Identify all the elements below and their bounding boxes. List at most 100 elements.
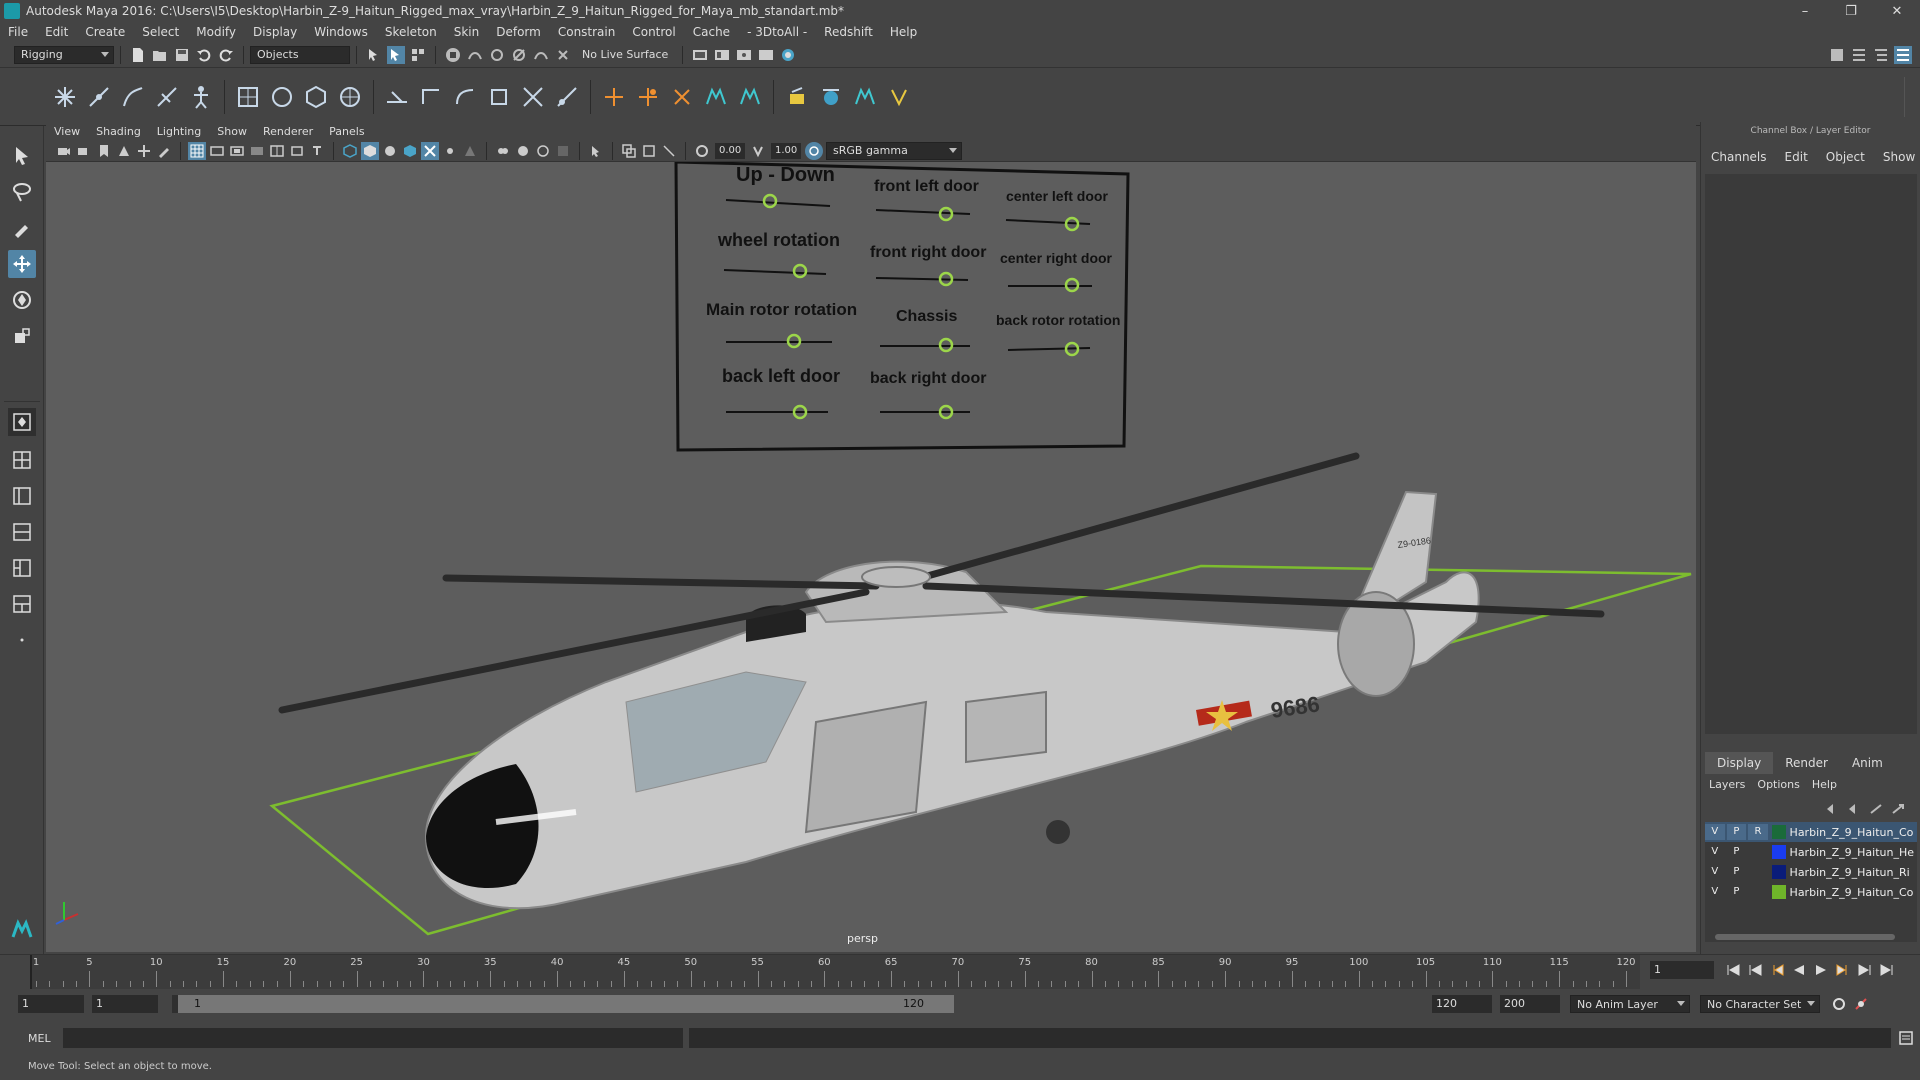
skin-tool-icon[interactable] — [782, 82, 812, 112]
ik-spline-icon[interactable] — [118, 82, 148, 112]
field-chart-icon[interactable] — [268, 142, 286, 160]
layer-visibility-toggle[interactable]: V — [1705, 864, 1725, 880]
lasso-tool-icon[interactable] — [8, 178, 36, 206]
anti-aliasing-icon[interactable] — [514, 142, 532, 160]
playback-end-field[interactable]: 120 — [1432, 995, 1492, 1013]
gamma-field[interactable]: 1.00 — [771, 142, 801, 159]
set-key-icon[interactable] — [633, 82, 663, 112]
new-empty-layer-icon[interactable] — [1867, 800, 1885, 818]
hik-retarget-icon[interactable] — [850, 82, 880, 112]
layer-visibility-toggle[interactable]: V — [1705, 824, 1725, 840]
panel-menu-shading[interactable]: Shading — [96, 125, 141, 138]
blend-shape-icon[interactable] — [816, 82, 846, 112]
menuset-dropdown[interactable]: Rigging — [14, 45, 114, 64]
menu-modify[interactable]: Modify — [196, 25, 236, 39]
layer-menu-options[interactable]: Options — [1757, 778, 1799, 791]
close-button[interactable]: ✕ — [1874, 4, 1920, 19]
panel-menu-renderer[interactable]: Renderer — [263, 125, 313, 138]
open-scene-icon[interactable] — [151, 46, 169, 64]
go-to-start-icon[interactable] — [1722, 961, 1744, 979]
make-live-icon[interactable] — [554, 46, 572, 64]
layer-menu-help[interactable]: Help — [1812, 778, 1837, 791]
range-bar[interactable]: 1 120 — [172, 995, 954, 1013]
bind-skin-icon[interactable] — [233, 82, 263, 112]
animation-end-field[interactable]: 200 — [1500, 995, 1560, 1013]
menu-constrain[interactable]: Constrain — [558, 25, 616, 39]
timeline-ticks[interactable]: 1 5 10 15 20 25 30 35 40 45 50 55 60 65 70 75 80 85 90 95 10… — [30, 955, 1640, 989]
layer-color-swatch[interactable] — [1771, 845, 1786, 859]
lattice-icon[interactable] — [301, 82, 331, 112]
hypershade-layout-icon[interactable] — [8, 554, 36, 582]
command-input[interactable] — [62, 1028, 683, 1048]
camera-select-icon[interactable] — [55, 142, 73, 160]
minimize-button[interactable]: – — [1782, 4, 1828, 19]
bookmark-icon[interactable] — [95, 142, 113, 160]
redo-icon[interactable] — [217, 46, 235, 64]
save-scene-icon[interactable] — [173, 46, 191, 64]
panel-menu-show[interactable]: Show — [217, 125, 247, 138]
resolution-gate-icon[interactable] — [228, 142, 246, 160]
menu-redshift[interactable]: Redshift — [824, 25, 873, 39]
layer-playback-toggle[interactable]: P — [1726, 824, 1747, 840]
new-scene-icon[interactable] — [129, 46, 147, 64]
layer-list-scrollbar[interactable] — [1715, 934, 1895, 940]
character-set-dropdown[interactable]: No Character Set — [1700, 995, 1820, 1013]
rotate-tool-icon[interactable] — [8, 286, 36, 314]
move-layer-down-icon[interactable] — [1845, 800, 1863, 818]
move-layer-up-icon[interactable] — [1823, 800, 1841, 818]
layer-display-type-toggle[interactable] — [1748, 844, 1768, 860]
live-surface-label[interactable]: No Live Surface — [582, 48, 668, 61]
outliner-layout-icon[interactable] — [8, 590, 36, 618]
current-time-indicator[interactable] — [30, 955, 32, 989]
color-management-icon[interactable] — [805, 141, 823, 160]
xray-icon[interactable] — [554, 142, 572, 160]
layer-color-swatch[interactable] — [1771, 885, 1786, 899]
range-handle[interactable] — [178, 995, 954, 1013]
layer-display-type-toggle[interactable]: R — [1748, 824, 1768, 840]
menu-help[interactable]: Help — [890, 25, 917, 39]
menu-select[interactable]: Select — [142, 25, 179, 39]
wireframe-icon[interactable] — [341, 142, 359, 160]
image-plane-icon[interactable] — [115, 142, 133, 160]
insert-joint-icon[interactable] — [152, 82, 182, 112]
locator-icon[interactable] — [599, 82, 629, 112]
outliner-icon[interactable] — [1872, 46, 1890, 64]
layer-name[interactable]: Harbin_Z_9_Haitun_Co — [1790, 826, 1917, 839]
menu-control[interactable]: Control — [632, 25, 675, 39]
layer-color-swatch[interactable] — [1771, 865, 1786, 879]
snap-point-icon[interactable] — [488, 46, 506, 64]
menu-create[interactable]: Create — [85, 25, 125, 39]
go-to-end-icon[interactable] — [1876, 961, 1898, 979]
new-layer-selected-icon[interactable] — [1889, 800, 1907, 818]
render-settings-icon[interactable] — [735, 46, 753, 64]
tab-anim[interactable]: Anim — [1840, 752, 1895, 774]
layer-name[interactable]: Harbin_Z_9_Haitun_Ri — [1790, 866, 1917, 879]
menu-deform[interactable]: Deform — [496, 25, 541, 39]
layer-menu-layers[interactable]: Layers — [1709, 778, 1745, 791]
channel-box-menu-show[interactable]: Show — [1883, 150, 1915, 164]
layout-more-icon[interactable] — [8, 626, 36, 654]
attribute-editor-icon[interactable] — [1828, 46, 1846, 64]
panel-menu-lighting[interactable]: Lighting — [157, 125, 201, 138]
panel-menu-panels[interactable]: Panels — [329, 125, 364, 138]
menu-skin[interactable]: Skin — [454, 25, 480, 39]
panel-menu-view[interactable]: View — [54, 125, 80, 138]
safe-title-icon[interactable] — [308, 142, 326, 160]
textured-icon[interactable] — [401, 142, 419, 160]
layer-playback-toggle[interactable]: P — [1727, 844, 1747, 860]
layer-color-swatch[interactable] — [1771, 825, 1786, 839]
four-view-layout-icon[interactable] — [8, 446, 36, 474]
parent-constraint-icon[interactable] — [518, 82, 548, 112]
joint-tool-icon[interactable] — [50, 82, 80, 112]
menu-display[interactable]: Display — [253, 25, 297, 39]
layer-visibility-toggle[interactable]: V — [1705, 844, 1725, 860]
snap-live-icon[interactable] — [532, 46, 550, 64]
smooth-shade-icon[interactable] — [361, 141, 379, 160]
selection-mode-dropdown[interactable]: Objects — [250, 45, 350, 64]
channel-box-menu-object[interactable]: Object — [1826, 150, 1865, 164]
2d-pan-zoom-icon[interactable] — [135, 142, 153, 160]
perspective-viewport[interactable]: 9686 Z9-0186 Up - Down front left door c… — [46, 162, 1696, 952]
channel-box-content[interactable] — [1705, 174, 1917, 734]
snap-curve-icon[interactable] — [466, 46, 484, 64]
hik-character-icon[interactable] — [701, 82, 731, 112]
